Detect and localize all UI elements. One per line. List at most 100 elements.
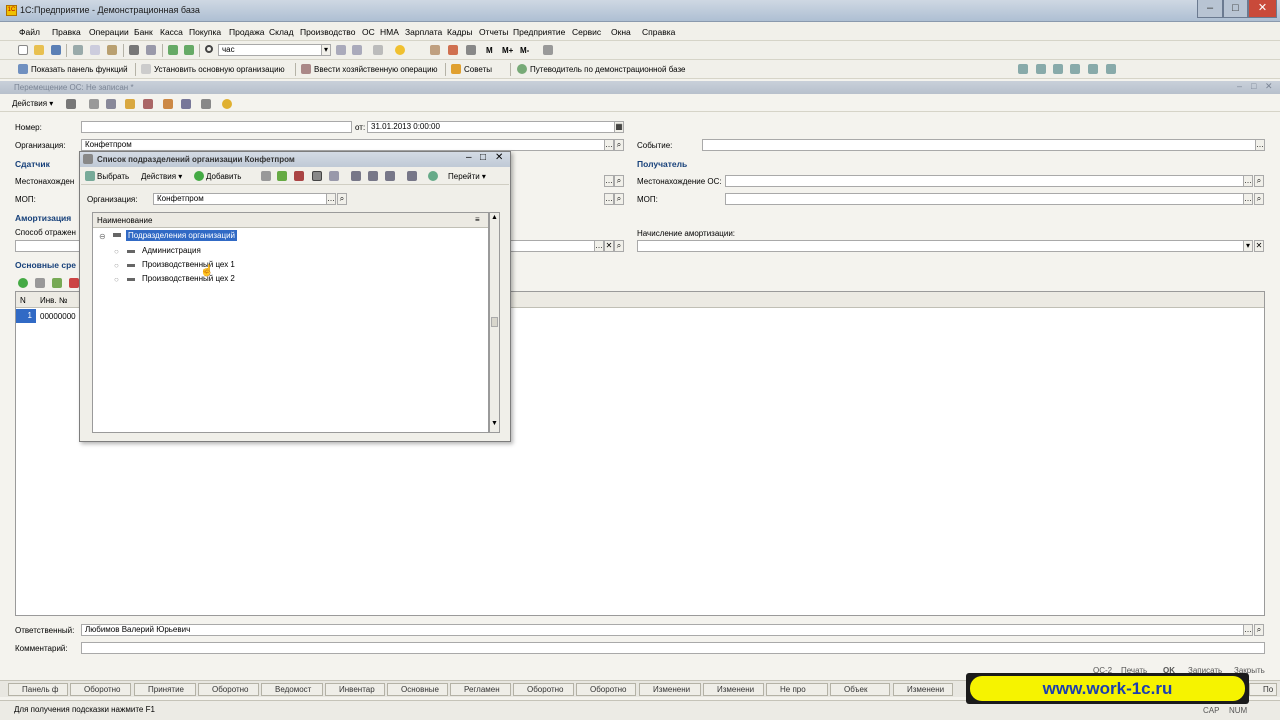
menu-bank[interactable]: Банк (134, 27, 153, 37)
accrual-clear[interactable]: ✕ (1254, 240, 1264, 252)
tab-window[interactable]: По (1249, 683, 1277, 696)
collapse-icon[interactable]: ⊖ (99, 232, 106, 241)
report-icon-2[interactable] (1036, 64, 1046, 74)
find-prev-icon[interactable] (352, 45, 362, 55)
popup-maximize-button[interactable]: □ (480, 152, 486, 163)
receiver-location-open[interactable]: ⌕ (1254, 175, 1264, 187)
sender-location-select[interactable]: … (604, 175, 614, 187)
memory-minus-button[interactable]: M- (520, 46, 529, 55)
doc-based-icon[interactable] (125, 99, 135, 109)
report-icon-6[interactable] (1106, 64, 1116, 74)
open-folder-icon[interactable] (34, 45, 44, 55)
popup-minimize-button[interactable]: – (466, 152, 472, 163)
cut-icon[interactable] (73, 45, 83, 55)
doc-minimize-button[interactable]: – (1237, 81, 1242, 91)
tab-window[interactable]: Не про (766, 683, 828, 696)
doc-help-icon[interactable] (222, 99, 232, 109)
copy-row-icon[interactable] (35, 278, 45, 288)
doc-copy-icon[interactable] (66, 99, 76, 109)
receiver-mop-select[interactable]: … (1243, 193, 1253, 205)
org-field[interactable]: Конфетпром (81, 139, 605, 151)
responsible-select[interactable]: … (1243, 624, 1253, 636)
menu-file[interactable]: Файл (19, 27, 40, 37)
filter-history-icon[interactable] (385, 171, 395, 181)
tab-window[interactable]: Изменени (703, 683, 764, 696)
edit-row-icon[interactable] (52, 278, 62, 288)
responsible-open[interactable]: ⌕ (1254, 624, 1264, 636)
date-field[interactable]: 31.01.2013 0:00:00 (367, 121, 615, 133)
maximize-button[interactable]: □ (1223, 0, 1248, 18)
name-column-header[interactable]: Наименование (97, 216, 152, 225)
doc-struct-icon[interactable] (181, 99, 191, 109)
find-next-icon[interactable] (336, 45, 346, 55)
report-icon-1[interactable] (1018, 64, 1028, 74)
add-row-icon[interactable] (18, 278, 28, 288)
calendar-button[interactable]: ▦ (614, 121, 624, 133)
menu-enterprise[interactable]: Предприятие (513, 27, 565, 37)
tab-window[interactable]: Инвентар (325, 683, 385, 696)
responsible-field[interactable]: Любимов Валерий Юрьевич (81, 624, 1244, 636)
tab-window[interactable]: Оборотно (70, 683, 131, 696)
sender-mop-open[interactable]: ⌕ (614, 193, 624, 205)
method-select[interactable]: … (594, 240, 604, 252)
accrual-field[interactable] (637, 240, 1244, 252)
tree-scrollbar[interactable]: ▲ ▼ (489, 212, 500, 433)
preview-icon[interactable] (146, 45, 156, 55)
refresh-icon[interactable] (428, 171, 438, 181)
goto-button[interactable]: Перейти ▾ (448, 172, 486, 181)
receiver-location-field[interactable] (725, 175, 1244, 187)
tips-button[interactable]: Советы (464, 65, 492, 74)
popup-org-field[interactable]: Конфетпром (153, 193, 327, 205)
receiver-mop-open[interactable]: ⌕ (1254, 193, 1264, 205)
tab-window[interactable]: Принятие (134, 683, 196, 696)
memory-plus-button[interactable]: M+ (502, 46, 513, 55)
number-field[interactable] (81, 121, 352, 133)
org-open-button[interactable]: ⌕ (614, 139, 624, 151)
set-main-org-button[interactable]: Установить основную организацию (154, 65, 285, 74)
redo-icon[interactable] (184, 45, 194, 55)
menu-operations[interactable]: Операции (89, 27, 129, 37)
tab-window[interactable]: Основные (387, 683, 448, 696)
save-icon[interactable] (51, 45, 61, 55)
scroll-thumb[interactable] (491, 317, 498, 327)
tab-window[interactable]: Оборотно (198, 683, 259, 696)
event-field[interactable] (702, 139, 1256, 151)
doc-calc-icon[interactable] (163, 99, 173, 109)
enter-operation-button[interactable]: Ввести хозяйственную операцию (314, 65, 438, 74)
report-icon-5[interactable] (1088, 64, 1098, 74)
doc-close-button[interactable]: ✕ (1265, 81, 1273, 92)
tab-window[interactable]: Объек (830, 683, 890, 696)
copy-item-icon[interactable] (261, 171, 271, 181)
doc-post-icon[interactable] (143, 99, 153, 109)
hierarchy-icon[interactable] (312, 171, 322, 181)
tab-window[interactable]: Изменени (893, 683, 953, 696)
report-icon-4[interactable] (1070, 64, 1080, 74)
calendar-icon[interactable] (448, 45, 458, 55)
doc-list-icon[interactable] (89, 99, 99, 109)
menu-production[interactable]: Производство (300, 27, 355, 37)
menu-edit[interactable]: Правка (52, 27, 81, 37)
edit-item-icon[interactable] (277, 171, 287, 181)
accrual-dropdown[interactable]: ▾ (1243, 240, 1253, 252)
menu-purchase[interactable]: Покупка (189, 27, 221, 37)
search-input[interactable]: час (218, 44, 322, 56)
tab-window[interactable]: Изменени (639, 683, 701, 696)
tab-window[interactable]: Панель ф (8, 683, 68, 696)
table-icon[interactable] (466, 45, 476, 55)
menu-windows[interactable]: Окна (611, 27, 631, 37)
tools-icon[interactable] (543, 45, 553, 55)
paste-icon[interactable] (107, 45, 117, 55)
comment-field[interactable] (81, 642, 1265, 654)
menu-sales[interactable]: Продажа (229, 27, 264, 37)
receiver-mop-field[interactable] (725, 193, 1244, 205)
menu-service[interactable]: Сервис (572, 27, 601, 37)
menu-os[interactable]: ОС (362, 27, 375, 37)
tree-root[interactable]: Подразделения организаций (126, 230, 238, 241)
report-icon-3[interactable] (1053, 64, 1063, 74)
doc-dt-icon[interactable] (106, 99, 116, 109)
select-button[interactable]: Выбрать (97, 172, 129, 181)
menu-cash[interactable]: Касса (160, 27, 183, 37)
menu-hr[interactable]: Кадры (447, 27, 472, 37)
sort-icon[interactable]: ≡ (475, 215, 480, 224)
filter-off-icon[interactable] (407, 171, 417, 181)
